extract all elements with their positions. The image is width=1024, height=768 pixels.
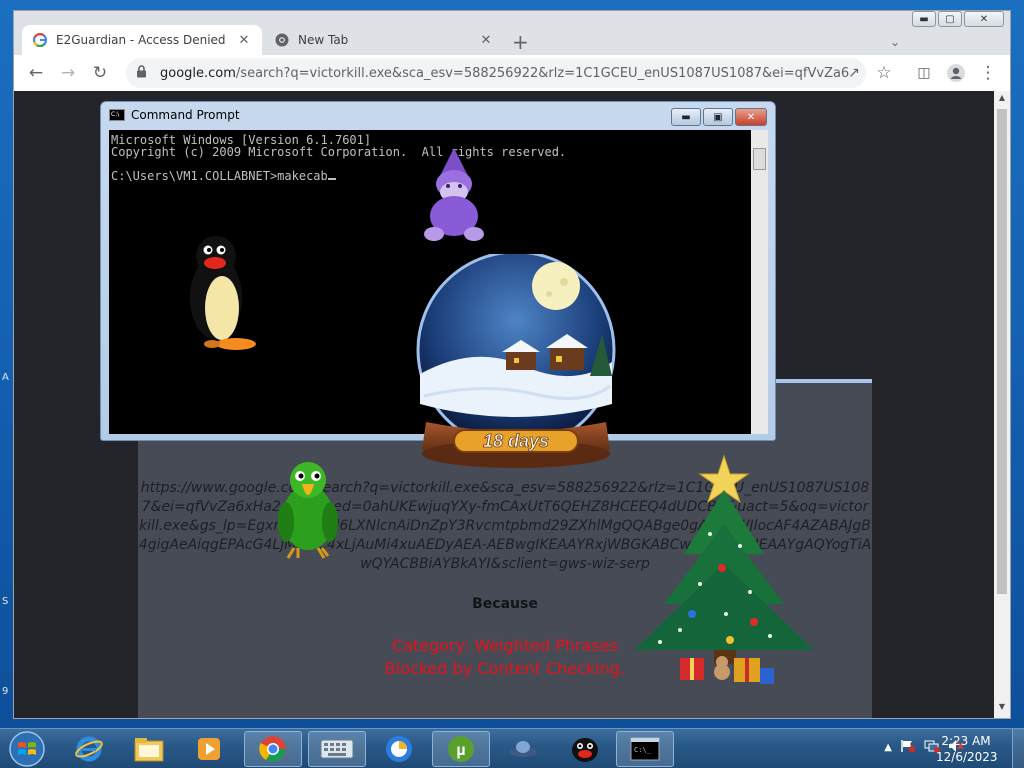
url-path: /search?q=victorkill.exe&sca_esv=5882569… (235, 65, 850, 81)
pingu-taskbar-icon[interactable] (556, 731, 614, 767)
show-desktop-button[interactable] (1012, 729, 1024, 768)
start-button[interactable] (4, 730, 50, 768)
tab-e2guardian[interactable]: E2Guardian - Access Denied ✕ (22, 25, 262, 55)
on-screen-keyboard-taskbar-icon[interactable] (308, 731, 366, 767)
clock-time: 2:23 AM (941, 734, 991, 748)
tab-close-icon[interactable]: ✕ (236, 33, 252, 48)
address-url: google.com/search?q=victorkill.exe&sca_e… (160, 66, 850, 81)
cmd-minimize-button[interactable]: ▬ (671, 108, 701, 126)
scroll-up-icon[interactable]: ▲ (994, 93, 1010, 107)
media-player-taskbar-icon[interactable] (180, 731, 238, 767)
bookmark-star-icon[interactable]: ☆ (872, 61, 896, 85)
reload-icon[interactable]: ↻ (88, 61, 112, 85)
chrome-icon (274, 32, 290, 48)
action-center-flag-icon[interactable] (900, 739, 916, 756)
tab-search-icon[interactable]: ⌄ (890, 35, 900, 49)
taskbar-clock[interactable]: 2:23 AM 12/6/2023 (936, 733, 998, 765)
cmd-close-button[interactable]: ✕ (735, 108, 767, 126)
browser-app-taskbar-icon[interactable] (370, 731, 428, 767)
desktop-edge-mark: S (2, 596, 9, 607)
side-panel-icon[interactable]: ◫ (912, 61, 936, 85)
cmd-maximize-button[interactable]: ▣ (703, 108, 733, 126)
back-icon[interactable]: ← (24, 61, 48, 85)
menu-dots-icon[interactable]: ⋮ (976, 61, 1000, 85)
browser-toolbar: ← → ↻ google.com/search?q=victorkill.exe… (14, 55, 1010, 91)
address-bar[interactable]: google.com/search?q=victorkill.exe&sca_e… (126, 58, 866, 88)
new-tab-button[interactable]: + (512, 32, 529, 52)
christmas-tree-sticker-icon[interactable] (630, 454, 826, 693)
clock-date: 12/6/2023 (936, 750, 998, 764)
ufo-taskbar-icon[interactable] (494, 731, 552, 767)
cmd-window-controls: ▬ ▣ ✕ (671, 108, 767, 126)
scroll-down-icon[interactable]: ▼ (994, 702, 1010, 716)
snowglobe-countdown[interactable]: 18 days (414, 250, 618, 479)
chrome-taskbar-icon[interactable] (244, 731, 302, 767)
cmd-scrollbar-thumb[interactable] (753, 148, 766, 170)
cmd-cursor (327, 170, 336, 180)
tab-strip: E2Guardian - Access Denied ✕ New Tab ✕ +… (14, 19, 1010, 55)
green-parrot-sticker-icon[interactable] (272, 458, 344, 565)
tab-title: New Tab (298, 33, 349, 47)
page-scrollbar[interactable]: ▲ ▼ (994, 91, 1010, 718)
forward-icon[interactable]: → (56, 61, 80, 85)
file-explorer-taskbar-icon[interactable] (120, 731, 178, 767)
svg-text:C:\_: C:\_ (634, 746, 652, 754)
windows-orb-icon (9, 731, 45, 767)
lock-icon (136, 65, 150, 81)
purple-gnome-sticker-icon[interactable] (416, 146, 492, 249)
command-prompt-taskbar-icon[interactable]: C:\_ (616, 731, 674, 767)
cmd-scrollbar[interactable] (751, 130, 768, 434)
penguin-sticker-icon[interactable] (186, 232, 260, 357)
tab-new-tab[interactable]: New Tab ✕ (264, 25, 504, 55)
google-g-icon (32, 32, 48, 48)
taskbar: µ C:\_ ▲ 2:23 AM 12/6/2023 (0, 728, 1024, 768)
tab-close-icon[interactable]: ✕ (478, 33, 494, 48)
profile-avatar-icon[interactable] (944, 61, 968, 85)
svg-text:µ: µ (456, 742, 465, 759)
show-hidden-icons-icon[interactable]: ▲ (884, 742, 892, 753)
desktop-edge-mark: 9 (2, 686, 9, 697)
internet-explorer-taskbar-icon[interactable] (60, 731, 118, 767)
cmd-window-icon: C:\ (109, 109, 125, 121)
scrollbar-thumb[interactable] (997, 109, 1007, 594)
tab-title: E2Guardian - Access Denied (56, 33, 226, 47)
utorrent-taskbar-icon[interactable]: µ (432, 731, 490, 767)
desktop-edge-mark: A (2, 372, 9, 383)
cmd-title: Command Prompt (131, 108, 240, 122)
days-countdown-label: 18 days (483, 431, 549, 451)
cmd-prompt-line: C:\Users\VM1.COLLABNET>makecab (111, 169, 328, 183)
share-icon[interactable]: ↗ (842, 61, 866, 85)
url-host: google.com (160, 65, 236, 81)
